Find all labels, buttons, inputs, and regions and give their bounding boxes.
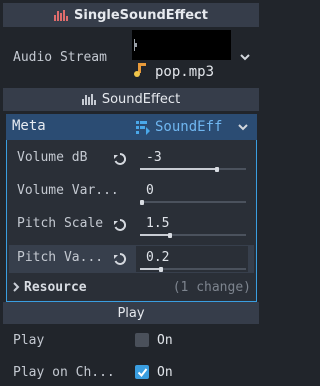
audio-stream-resource[interactable]: pop.mp3 [132,61,252,83]
volume-variation-slider[interactable]: 0 [136,179,248,205]
audio-stream-label: Audio Stream [13,49,107,65]
play-checkbox[interactable] [135,333,149,347]
property-label: Pitch Va... [17,250,104,265]
pitch-scale-slider[interactable]: 1.5 [136,212,248,238]
pitch-variation-slider[interactable]: 0.2 [136,246,248,272]
property-label: Volume dB [17,150,88,165]
grip-icon [54,9,69,21]
play-on-change-checkbox[interactable] [135,365,149,379]
play-section-header: Play [3,302,259,324]
property-label: Volume Var... [17,183,119,198]
property-row-volume-db: Volume dB -3 [9,146,254,172]
checkmark-icon [137,367,147,377]
slider-knob[interactable] [215,167,220,172]
dropdown-chevron-icon[interactable] [238,50,252,64]
play-on-change-toggle[interactable]: On [135,363,173,381]
play-label: Play [13,332,45,348]
property-row-volume-variation: Volume Var... 0 [9,179,254,205]
resource-subsection[interactable]: Resource (1 change) [9,276,254,298]
play-toggle[interactable]: On [135,331,173,349]
inspector-title: SingleSoundEffect [74,7,208,23]
expand-arrow-icon[interactable] [12,282,21,292]
script-icon [135,119,151,135]
section-title: SoundEffect [101,92,181,107]
slider-value: -3 [146,150,162,165]
audio-file-icon [132,61,150,83]
reset-icon[interactable] [112,151,128,167]
meta-label: Meta [12,118,46,134]
play-on-change-value: On [157,364,173,380]
audio-file-name: pop.mp3 [155,64,215,80]
play-value: On [157,332,173,348]
meta-row: Meta [6,114,130,140]
grip-icon [81,94,96,105]
property-row-pitch-scale: Pitch Scale 1.5 [9,212,254,238]
dropdown-chevron-icon[interactable] [237,121,249,133]
resource-change-count: (1 change) [172,279,251,295]
meta-value: SoundEff [155,119,223,135]
reset-icon[interactable] [112,217,128,233]
slider-value: 0 [146,183,154,198]
property-label: Pitch Scale [17,216,104,231]
meta-resource-picker[interactable]: SoundEff [130,114,257,140]
slider-knob[interactable] [159,267,164,272]
section-title: Play [117,305,145,321]
play-on-change-label: Play on Ch... [13,364,115,380]
resource-label: Resource [24,279,87,295]
reset-icon[interactable] [112,251,128,267]
sound-effect-section-header: SoundEffect [3,88,259,111]
slider-knob[interactable] [140,200,144,205]
slider-knob[interactable] [167,233,172,238]
inspector-header: SingleSoundEffect [3,3,259,27]
slider-value: 0.2 [146,250,170,265]
audio-waveform-preview[interactable] [132,30,231,60]
volume-db-slider[interactable]: -3 [136,146,248,172]
slider-value: 1.5 [146,216,170,231]
property-row-pitch-variation: Pitch Va... 0.2 [9,245,254,273]
